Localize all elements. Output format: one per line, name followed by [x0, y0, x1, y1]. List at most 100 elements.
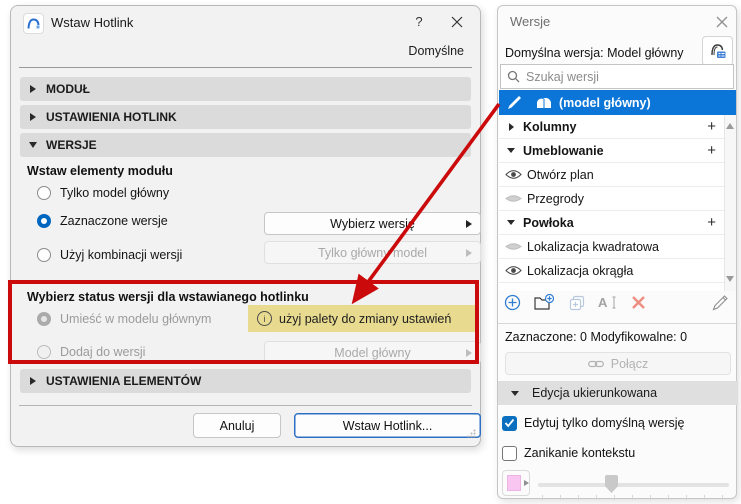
- scroll-up-icon[interactable]: [726, 123, 734, 129]
- search-input[interactable]: [526, 70, 727, 84]
- rename-icon-disabled: A: [598, 295, 618, 315]
- slider-tick: [668, 495, 669, 500]
- checkbox-edit-default-only[interactable]: Edytuj tylko domyślną wersję: [502, 415, 684, 431]
- fade-color-picker[interactable]: [502, 470, 530, 496]
- radio-label: Umieść w modelu głównym: [60, 312, 211, 326]
- radio-label: Zaznaczone wersje: [60, 214, 168, 228]
- radio-icon[interactable]: [37, 248, 51, 262]
- radio-label: Użyj kombinacji wersji: [60, 248, 182, 262]
- group-label: Kolumny: [523, 120, 576, 134]
- section-ustawienia-elementow[interactable]: USTAWIENIA ELEMENTÓW: [20, 369, 471, 393]
- close-icon[interactable]: [447, 12, 467, 32]
- choose-version-button[interactable]: Wybierz wersję: [264, 212, 481, 235]
- chevron-right-icon: [20, 377, 46, 385]
- tree-group-umeblowanie[interactable]: Umeblowanie +: [499, 139, 724, 163]
- tree-item-lokalizacja-okragla[interactable]: Lokalizacja okrągła: [499, 259, 724, 283]
- list-item-selected[interactable]: (model główny): [499, 90, 736, 115]
- chevron-down-icon[interactable]: [499, 220, 523, 225]
- add-version-icon[interactable]: +: [707, 119, 716, 134]
- chevron-down-icon[interactable]: [499, 148, 523, 153]
- slider-tick: [632, 495, 633, 500]
- eye-hidden-icon[interactable]: [499, 241, 527, 252]
- svg-text:A: A: [598, 295, 608, 310]
- item-label: Lokalizacja okrągła: [527, 264, 633, 278]
- button-label: Tylko główny model: [318, 246, 427, 260]
- help-button[interactable]: ?: [409, 14, 429, 29]
- radio-selected-versions[interactable]: Zaznaczone wersje: [37, 213, 168, 229]
- checkbox-context-fade[interactable]: Zanikanie kontekstu: [502, 445, 635, 461]
- group-label: Umeblowanie: [523, 144, 604, 158]
- archicad-logo-icon: [23, 13, 44, 34]
- radio-icon: [37, 345, 51, 359]
- tree-group-powloka[interactable]: Powłoka +: [499, 211, 724, 235]
- checkbox-unchecked-icon[interactable]: [502, 446, 517, 461]
- scrollbar[interactable]: [724, 115, 736, 291]
- section-label: MODUŁ: [46, 82, 90, 96]
- button-label: Połącz: [611, 357, 649, 371]
- insert-hotlink-button[interactable]: Wstaw Hotlink...: [294, 413, 481, 438]
- arc-list-icon: [709, 42, 727, 60]
- cancel-button[interactable]: Anuluj: [193, 413, 281, 438]
- slider-tick: [614, 495, 615, 500]
- palette-hint-note: i użyj palety do zmiany ustawień: [248, 305, 478, 332]
- palette-close-icon[interactable]: [714, 14, 730, 30]
- fade-slider-track[interactable]: [538, 483, 729, 487]
- pencil-icon: [499, 95, 529, 110]
- flyout-arrow-icon: [466, 220, 472, 228]
- targeted-editing-header[interactable]: Edycja ukierunkowana: [498, 381, 738, 405]
- eye-visible-icon[interactable]: [499, 265, 527, 276]
- add-version-icon[interactable]: +: [707, 215, 716, 230]
- item-label: Lokalizacja kwadratowa: [527, 240, 659, 254]
- chevron-right-icon: [20, 85, 46, 93]
- edit-pencil-icon[interactable]: [712, 295, 728, 316]
- version-settings-button[interactable]: [702, 36, 733, 66]
- versions-palette: Wersje Domyślna wersja: Model główny (mo…: [497, 5, 737, 499]
- flyout-arrow-icon: [466, 349, 472, 357]
- radio-add-to-version: Dodaj do wersji: [37, 344, 145, 360]
- radio-icon[interactable]: [37, 214, 51, 228]
- group-label: Powłoka: [523, 216, 574, 230]
- slider-tick: [686, 495, 687, 500]
- info-icon: i: [257, 311, 272, 326]
- slider-tick: [722, 495, 723, 500]
- radio-version-combination[interactable]: Użyj kombinacji wersji: [37, 247, 182, 263]
- dialog-title: Wstaw Hotlink: [51, 15, 133, 30]
- eye-hidden-icon[interactable]: [499, 193, 527, 204]
- connect-button-disabled: Połącz: [505, 352, 731, 375]
- slider-tick: [704, 495, 705, 500]
- tree-item-lokalizacja-kwadratowa[interactable]: Lokalizacja kwadratowa: [499, 235, 724, 259]
- search-box[interactable]: [500, 64, 734, 89]
- link-icon: [588, 359, 604, 369]
- radio-main-model-only[interactable]: Tylko model główny: [37, 185, 169, 201]
- eye-visible-icon[interactable]: [499, 169, 527, 180]
- versions-list: (model główny) Kolumny + Umeblowanie + O…: [499, 90, 736, 291]
- scroll-down-icon[interactable]: [726, 276, 734, 282]
- fade-slider-thumb[interactable]: [605, 475, 618, 493]
- favorites-label[interactable]: Domyślne: [408, 44, 464, 58]
- section-wersje[interactable]: WERSJE: [20, 133, 471, 157]
- section-ustawienia-hotlink[interactable]: USTAWIENIA HOTLINK: [20, 105, 471, 129]
- note-text: użyj palety do zmiany ustawień: [279, 312, 451, 326]
- status-group-label: Wybierz status wersji dla wstawianego ho…: [27, 290, 309, 304]
- new-folder-icon[interactable]: [534, 294, 556, 317]
- section-label: WERSJE: [46, 138, 97, 152]
- radio-place-in-main-model: Umieść w modelu głównym: [37, 311, 211, 327]
- radio-icon[interactable]: [37, 186, 51, 200]
- chevron-down-icon: [20, 142, 46, 148]
- item-label: Przegrody: [527, 192, 584, 206]
- tree-item-przegrody[interactable]: Przegrody: [499, 187, 724, 211]
- add-version-icon[interactable]: +: [707, 143, 716, 158]
- checkbox-checked-icon[interactable]: [502, 416, 517, 431]
- checkbox-label: Edytuj tylko domyślną wersję: [524, 416, 684, 430]
- resize-grip[interactable]: [467, 425, 476, 443]
- divider: [19, 67, 472, 68]
- section-modul[interactable]: MODUŁ: [20, 77, 471, 101]
- tree-item-otworz-plan[interactable]: Otwórz plan: [499, 163, 724, 187]
- delete-version-icon[interactable]: [631, 295, 646, 315]
- selection-status-text: Zaznaczone: 0 Modyfikowalne: 0: [505, 330, 687, 344]
- tree-group-kolumny[interactable]: Kolumny +: [499, 115, 724, 139]
- search-icon: [507, 70, 520, 83]
- slider-tick: [542, 495, 543, 500]
- chevron-right-icon[interactable]: [499, 123, 523, 131]
- new-version-icon[interactable]: [504, 294, 521, 316]
